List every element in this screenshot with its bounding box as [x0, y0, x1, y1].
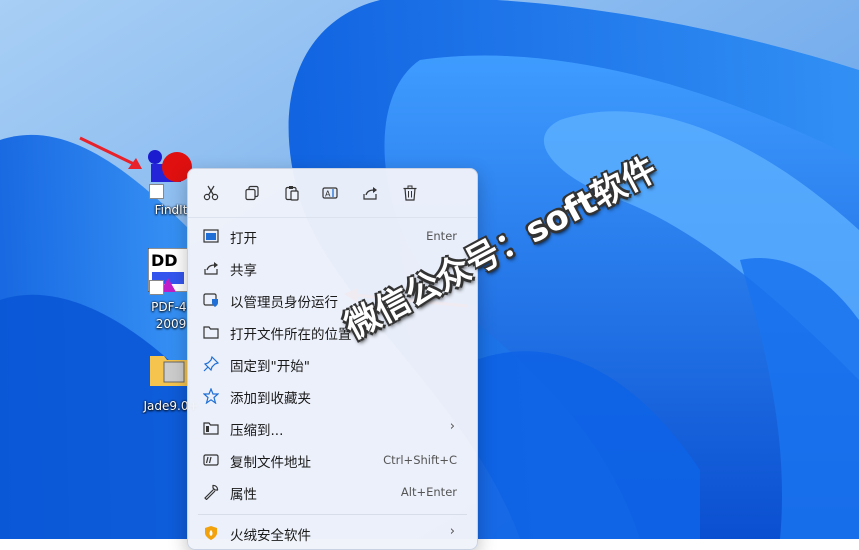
menu-item-open[interactable]: 打开 Enter	[194, 220, 471, 252]
cut-button[interactable]	[197, 179, 225, 207]
menu-item-copy-path[interactable]: 复制文件地址 Ctrl+Shift+C	[194, 444, 471, 476]
share-icon	[204, 262, 218, 275]
copy-icon	[245, 185, 259, 201]
paste-button[interactable]	[278, 179, 306, 207]
menu-item-label: 共享	[230, 263, 257, 279]
menu-item-shortcut: Enter	[426, 229, 457, 243]
menu-item-pin-to-start[interactable]: 固定到"开始"	[194, 348, 471, 380]
chevron-right-icon: ›	[449, 524, 455, 539]
rename-icon: A	[322, 187, 338, 199]
delete-button[interactable]	[396, 179, 424, 207]
svg-text:DD: DD	[151, 251, 178, 270]
menu-item-shortcut: Ctrl+Shift+C	[383, 453, 457, 467]
menu-item-shortcut: Alt+Enter	[400, 485, 457, 499]
menu-item-open-file-location[interactable]: 打开文件所在的位置	[194, 316, 471, 348]
menu-item-properties[interactable]: 属性 Alt+Enter	[194, 476, 471, 508]
menu-item-label: 以管理员身份运行	[230, 295, 338, 311]
shield-icon	[203, 293, 218, 307]
cut-icon	[203, 185, 219, 201]
svg-text:A: A	[325, 190, 331, 199]
menu-item-label: 属性	[230, 487, 257, 503]
menu-item-label: 打开文件所在的位置	[230, 327, 352, 343]
pin-icon	[203, 356, 219, 372]
chevron-right-icon: ›	[449, 419, 455, 434]
menu-item-huorong[interactable]: 火绒安全软件 ›	[194, 517, 471, 549]
rename-button[interactable]: A	[316, 179, 344, 207]
shortcut-arrow-icon	[149, 184, 164, 199]
wrench-icon	[204, 484, 219, 500]
menu-item-label: 固定到"开始"	[230, 359, 310, 375]
delete-icon	[403, 185, 417, 201]
menu-item-add-to-favorites[interactable]: 添加到收藏夹	[194, 380, 471, 412]
open-icon	[203, 229, 219, 243]
menu-item-label: 打开	[230, 231, 257, 247]
menu-divider	[198, 514, 467, 515]
paste-icon	[285, 186, 299, 201]
context-menu-toolbar: A	[188, 169, 477, 218]
menu-item-label: 复制文件地址	[230, 455, 311, 471]
path-icon	[203, 454, 219, 466]
zip-icon	[203, 422, 219, 435]
menu-item-label: 火绒安全软件	[230, 528, 311, 544]
share-icon	[363, 187, 377, 200]
folder-app-icon	[150, 356, 188, 386]
menu-item-label: 添加到收藏夹	[230, 391, 311, 407]
share-button[interactable]	[356, 179, 384, 207]
menu-item-compress-to[interactable]: 压缩到... ›	[194, 412, 471, 444]
star-icon	[203, 388, 219, 404]
menu-item-label: 压缩到...	[230, 423, 284, 439]
shortcut-arrow-icon	[149, 280, 164, 295]
findit-app-icon	[148, 150, 192, 182]
context-menu: A 打开 Enter 共享 以管理员身份运行 打开文件所在的位置 固定到"开始"…	[187, 168, 478, 550]
copy-button[interactable]	[238, 179, 266, 207]
folder-icon	[203, 326, 219, 339]
annotation-arrow-icon	[79, 136, 142, 169]
